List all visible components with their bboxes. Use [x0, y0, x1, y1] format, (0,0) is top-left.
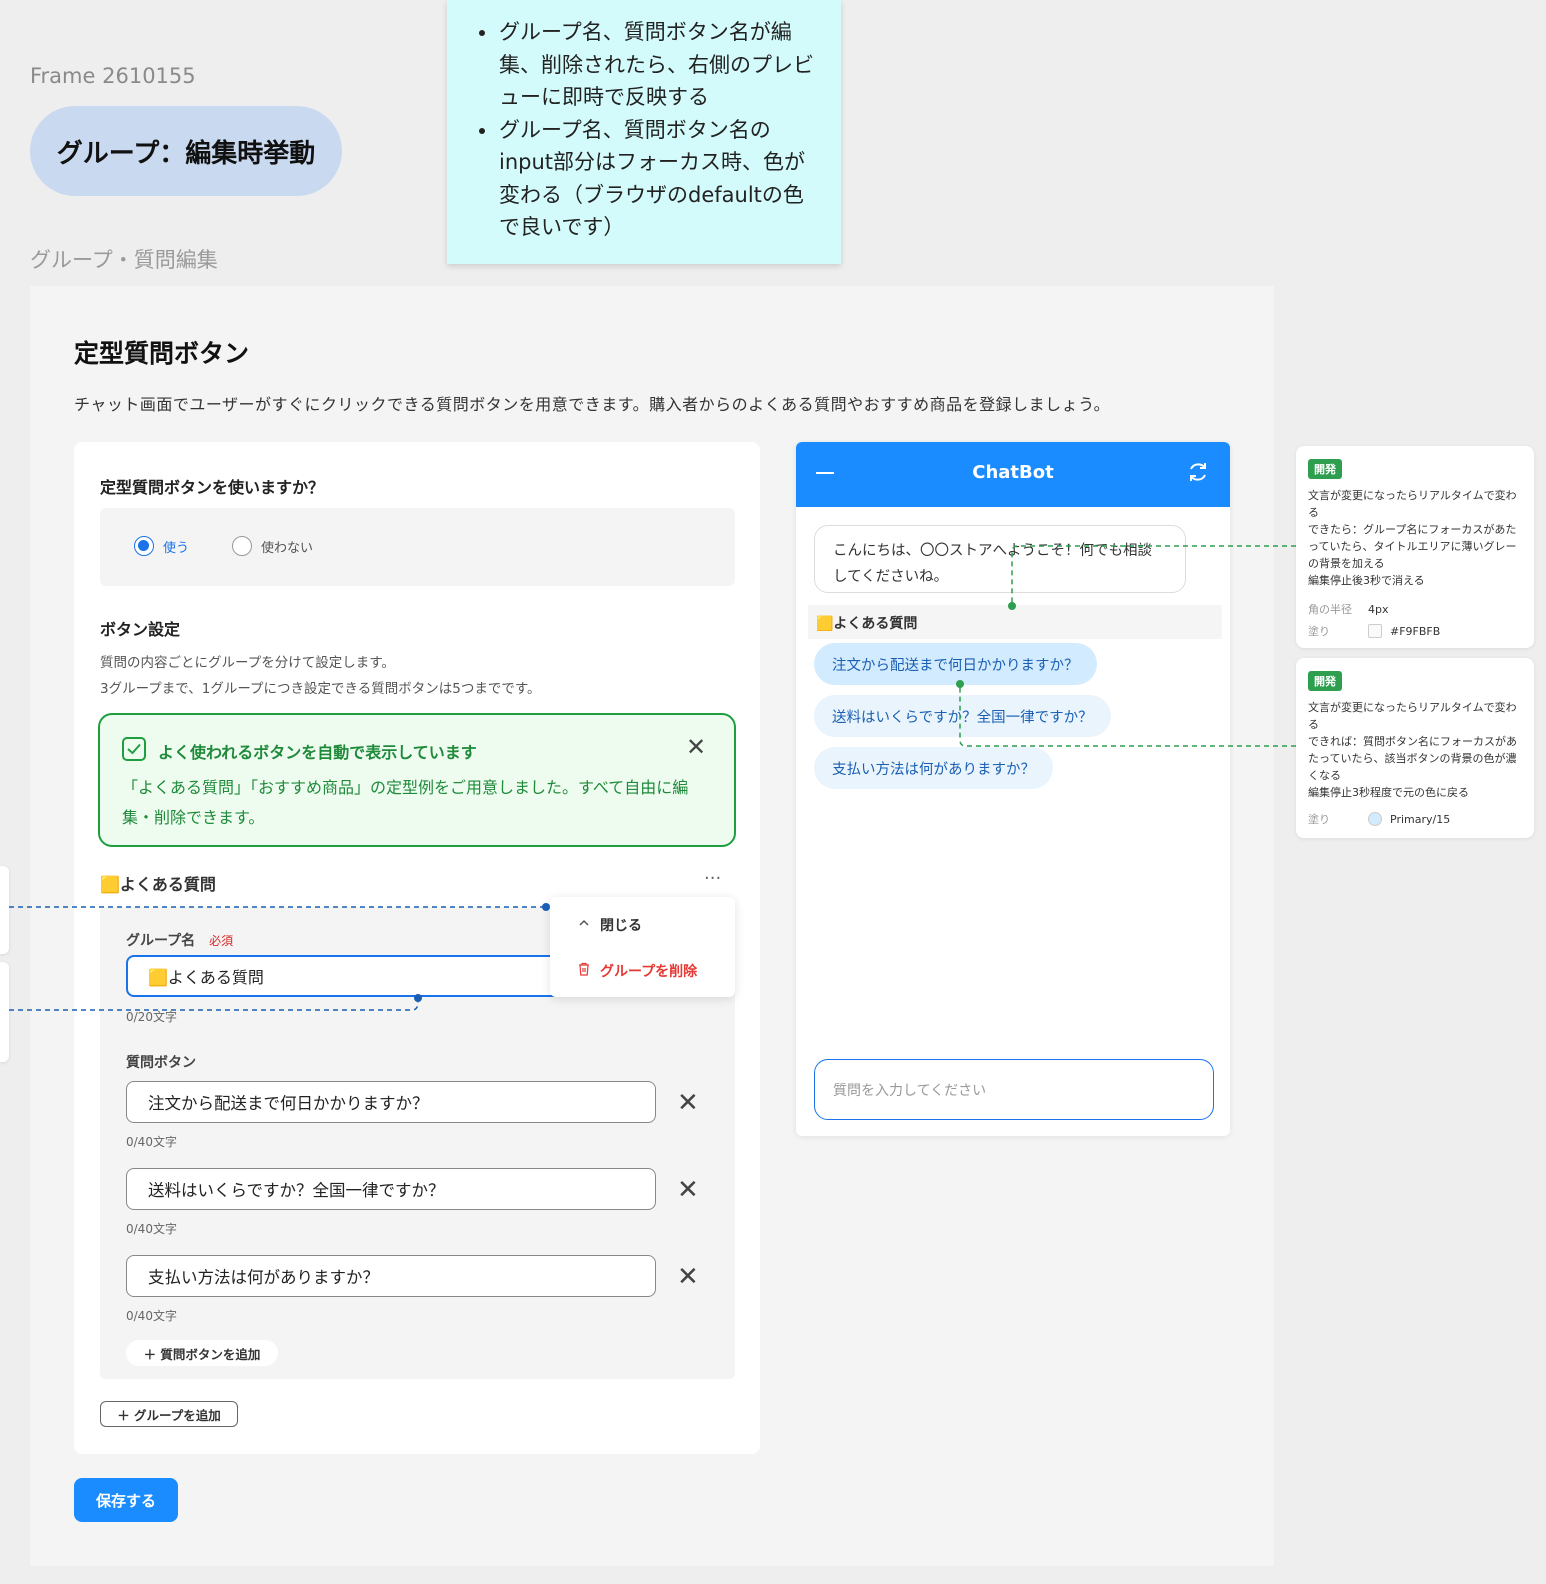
group-menu: 閉じる グループを削除	[550, 897, 735, 997]
note-line: 編集停止3秒程度で元の色に戻る	[1308, 786, 1469, 799]
dev-note-text: 文言が変更になったらリアルタイムで変わる できたら：グループ名にフォーカスがあた…	[1308, 487, 1522, 589]
chat-question-button[interactable]: 送料はいくらですか？全国一律ですか？	[814, 695, 1111, 737]
close-icon[interactable]: ✕	[686, 735, 706, 759]
dev-tag: 開発	[1308, 671, 1342, 691]
menu-item-delete-group[interactable]: グループを削除	[578, 961, 697, 981]
button-settings-title: ボタン設定	[100, 620, 181, 639]
chevron-up-icon	[578, 917, 600, 933]
check-square-icon	[122, 737, 146, 761]
note-prop: 塗り Primary/15	[1308, 811, 1522, 827]
prop-value: Primary/15	[1390, 812, 1451, 826]
chatbot-header: ChatBot	[796, 442, 1230, 507]
question-input[interactable]: 送料はいくらですか？全国一律ですか？	[126, 1168, 656, 1210]
radio-circle	[232, 536, 252, 556]
note-line: できたら：グループ名にフォーカスがあたっていたら、タイトルエリアに薄いグレーの背…	[1308, 523, 1517, 570]
prop-value: #F9FBFB	[1390, 624, 1441, 638]
label-text: グループ名	[126, 933, 196, 949]
char-counter: 0/40文字	[126, 1222, 177, 1236]
dev-tag: 開発	[1308, 459, 1342, 479]
page-title: 定型質問ボタン	[74, 339, 250, 368]
radio-label: 使わない	[261, 540, 314, 556]
color-swatch	[1368, 624, 1382, 638]
remove-question-icon[interactable]: ✕	[677, 1090, 699, 1116]
dev-note: 開発 文言が変更になったらリアルタイムで変わる できれば：質問ボタン名にフォーカ…	[1296, 658, 1534, 838]
note-prop: 角の半径 4px	[1308, 601, 1522, 617]
radio-label: 使う	[163, 540, 190, 556]
auto-display-alert: よく使われるボタンを自動で表示しています ✕ 「よくある質問」「おすすめ商品」の…	[98, 713, 736, 847]
menu-item-label: グループを削除	[600, 964, 698, 980]
remove-question-icon[interactable]: ✕	[677, 1264, 699, 1290]
question-buttons-label: 質問ボタン	[126, 1055, 196, 1071]
greeting-line: してくださいね。	[833, 569, 949, 585]
char-counter: 0/40文字	[126, 1309, 177, 1323]
char-counter: 0/20文字	[126, 1010, 177, 1024]
more-icon[interactable]: ···	[704, 868, 721, 889]
greeting-bubble: こんにちは、〇〇ストアへようこそ！何でも相談 してくださいね。	[814, 525, 1186, 593]
prop-key: 塗り	[1308, 625, 1330, 638]
question-input[interactable]: 支払い方法は何がありますか？	[126, 1255, 656, 1297]
alert-body: 「よくある質問」「おすすめ商品」の定型例をご用意しました。すべて自由に編集・削除…	[122, 778, 689, 827]
dev-note-text: 文言が変更になったらリアルタイムで変わる できれば：質問ボタン名にフォーカスがあ…	[1308, 699, 1522, 801]
char-counter: 0/40文字	[126, 1135, 177, 1149]
radio-not-use[interactable]: 使わない	[232, 536, 313, 556]
menu-item-close[interactable]: 閉じる	[578, 915, 642, 935]
note-line: 編集停止後3秒で消える	[1308, 574, 1425, 587]
prop-key: 角の半径	[1308, 603, 1352, 616]
offscreen-note-stub	[0, 962, 9, 1062]
desc-line: 質問の内容ごとにグループを分けて設定します。	[100, 655, 395, 671]
chat-input[interactable]: 質問を入力してください	[814, 1059, 1214, 1120]
prop-value: 4px	[1368, 602, 1389, 616]
sticky-note: グループ名、質問ボタン名が編集、削除されたら、右側のプレビューに即時で反映する …	[447, 0, 841, 264]
note-line: 文言が変更になったらリアルタイムで変わる	[1308, 489, 1517, 519]
frame-label: Frame 2610155	[30, 64, 196, 88]
question-input[interactable]: 注文から配送まで何日かかりますか？	[126, 1081, 656, 1123]
button-settings-desc: 質問の内容ごとにグループを分けて設定します。 3グループまで、1グループにつき設…	[100, 650, 541, 702]
save-button[interactable]: 保存する	[74, 1478, 178, 1522]
dev-note: 開発 文言が変更になったらリアルタイムで変わる できたら：グループ名にフォーカス…	[1296, 446, 1534, 648]
remove-question-icon[interactable]: ✕	[677, 1177, 699, 1203]
radio-circle-checked	[134, 536, 154, 556]
add-question-button[interactable]: ＋ 質問ボタンを追加	[126, 1340, 278, 1366]
radio-group: 使う 使わない	[100, 508, 735, 586]
note-prop: 塗り #F9FBFB	[1308, 623, 1522, 639]
use-question-title: 定型質問ボタンを使いますか？	[100, 478, 325, 497]
add-group-button[interactable]: ＋ グループを追加	[100, 1401, 238, 1427]
desc-line: 3グループまで、1グループにつき設定できる質問ボタンは5つまでです。	[100, 681, 541, 697]
chat-question-button[interactable]: 注文から配送まで何日かかりますか？	[814, 643, 1097, 685]
note-line: できれば：質問ボタン名にフォーカスがあたっていたら、該当ボタンの背景の色が濃くな…	[1308, 735, 1517, 782]
radio-use[interactable]: 使う	[134, 536, 189, 556]
menu-item-label: 閉じる	[600, 918, 642, 934]
page-description: チャット画面でユーザーがすぐにクリックできる質問ボタンを用意できます。購入者から…	[74, 395, 1111, 414]
trash-icon	[578, 962, 600, 980]
greeting-line: こんにちは、〇〇ストアへようこそ！何でも相談	[833, 543, 1152, 559]
group-header-title: 🟨よくある質問	[100, 875, 216, 894]
sticky-note-item: グループ名、質問ボタン名のinput部分はフォーカス時、色が変わる（ブラウザのd…	[477, 114, 819, 244]
prop-key: 塗り	[1308, 813, 1330, 826]
note-line: 文言が変更になったらリアルタイムで変わる	[1308, 701, 1517, 731]
sticky-note-item: グループ名、質問ボタン名が編集、削除されたら、右側のプレビューに即時で反映する	[477, 16, 819, 114]
alert-title: よく使われるボタンを自動で表示しています	[158, 743, 477, 762]
offscreen-note-stub	[0, 866, 9, 954]
refresh-icon[interactable]	[1186, 460, 1210, 488]
color-swatch	[1368, 812, 1382, 826]
faq-group-title: 🟨よくある質問	[808, 605, 1222, 639]
chat-question-button[interactable]: 支払い方法は何がありますか？	[814, 747, 1053, 789]
section-label: グループ・質問編集	[30, 248, 218, 272]
group-name-label: グループ名 必須	[126, 930, 233, 950]
chatbot-title: ChatBot	[972, 462, 1054, 483]
required-badge: 必須	[209, 934, 234, 948]
spec-title-pill: グループ：編集時挙動	[30, 106, 342, 196]
